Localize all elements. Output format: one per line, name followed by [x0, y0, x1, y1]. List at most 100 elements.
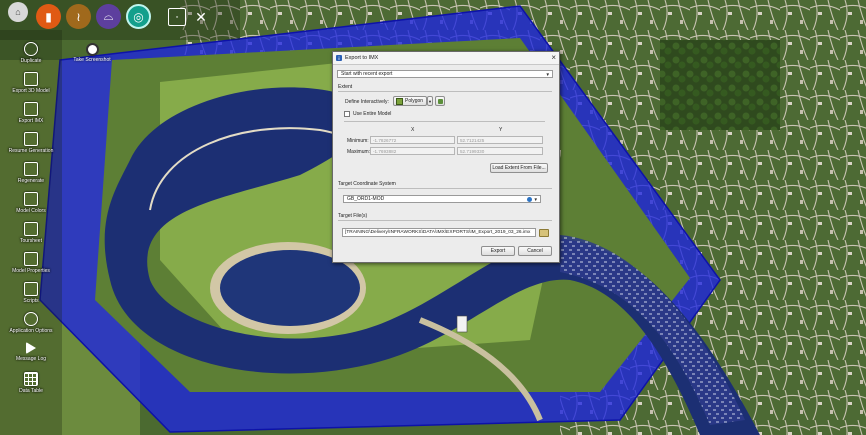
target-file-path-field[interactable]: [TRAINING\Delivery\INFRAWORKS\DATA\IMX\E…	[342, 228, 536, 237]
settings-button[interactable]: ◎	[126, 4, 151, 29]
top-toolbar: ⌂ ▮ ≀ ⌓ ◎ ▫ ✕	[0, 0, 230, 34]
application-options-icon	[24, 312, 38, 326]
scripts-icon	[24, 282, 38, 296]
polygon-dropdown-button[interactable]: ▼	[427, 96, 433, 106]
sidebar-item-regenerate[interactable]: Regenerate	[0, 162, 62, 184]
regenerate-icon	[24, 162, 38, 176]
recent-export-value: Start with recent export	[341, 71, 393, 77]
sidebar-item-duplicate[interactable]: Duplicate	[0, 42, 62, 64]
polygon-button[interactable]: Polygon	[393, 96, 427, 106]
sidebar-item-export-imx[interactable]: Export IMX	[0, 102, 62, 124]
bridge-button[interactable]: ⌓	[96, 4, 121, 29]
globe-icon	[527, 197, 532, 202]
message-log-icon	[26, 342, 36, 354]
use-entire-model-checkbox[interactable]	[344, 111, 350, 117]
minimum-label: Minimum:	[347, 138, 369, 144]
chevron-down-icon: ▼	[545, 72, 550, 77]
min-x-value: -1.7826772	[373, 137, 397, 143]
home-button[interactable]: ⌂	[8, 2, 28, 22]
woodland-right	[660, 40, 780, 130]
pin-button[interactable]: ▮	[36, 4, 61, 29]
coord-system-dropdown[interactable]: GB_ORD1-MOD ▼	[343, 195, 541, 203]
load-extent-label: Load Extent From File...	[492, 165, 546, 171]
toursheet-icon	[24, 222, 38, 236]
select-box-button[interactable]: ▫	[168, 8, 186, 26]
sidebar-item-label: Export IMX	[18, 118, 44, 124]
sidebar-item-model-properties[interactable]: Model Properties	[0, 252, 62, 274]
close-icon[interactable]: ×	[551, 53, 556, 63]
maximum-label: Maximum:	[347, 149, 371, 155]
road-icon: ≀	[76, 9, 81, 24]
resume-generation-icon	[24, 132, 38, 146]
divider	[338, 220, 552, 221]
sidebar-item-data-table[interactable]: Data Table	[0, 372, 62, 394]
dialog-title: Export to IMX	[345, 55, 379, 61]
sidebar-item-message-log[interactable]: Message Log	[0, 342, 62, 362]
min-y-value: 52.7121425	[460, 137, 485, 143]
sidebar-item-label: Data Table	[19, 388, 43, 394]
settings-icon: ◎	[133, 9, 144, 24]
max-y-field[interactable]: 52.7199330	[457, 147, 543, 155]
sidebar-item-toursheet[interactable]: Toursheet	[0, 222, 62, 244]
use-entire-model-label: Use Entire Model	[353, 111, 392, 117]
sidebar-item-model-colors[interactable]: Model Colors	[0, 192, 62, 214]
sidebar-item-resume-generation[interactable]: Resume Generation	[0, 132, 62, 154]
sidebar-item-scripts[interactable]: Scripts	[0, 282, 62, 304]
divider	[338, 91, 552, 92]
model-properties-icon	[24, 252, 38, 266]
sidebar-item-label: Application Options	[9, 328, 53, 334]
target-files-section-title: Target File(s)	[338, 213, 368, 219]
chevron-down-icon: ▼	[533, 197, 538, 202]
export-button[interactable]: Export	[481, 246, 515, 256]
x-column-header: X	[411, 127, 415, 133]
pick-extent-button[interactable]	[435, 96, 445, 106]
select-box-icon: ▫	[175, 13, 179, 21]
export-3d-model-icon	[24, 72, 38, 86]
duplicate-icon	[24, 42, 38, 56]
target-coord-section-title: Target Coordinate System	[338, 181, 396, 187]
dialog-titlebar[interactable]: i Export to IMX ×	[333, 52, 559, 65]
move-cross-icon: ✕	[195, 8, 207, 25]
coord-system-value: GB_ORD1-MOD	[347, 196, 385, 202]
max-x-field[interactable]: -1.7693882	[370, 147, 455, 155]
data-table-icon	[24, 372, 38, 386]
sidebar-item-label: Scripts	[23, 298, 39, 304]
chevron-down-icon: ▼	[428, 98, 432, 104]
max-x-value: -1.7693882	[373, 148, 397, 154]
recent-export-dropdown[interactable]: Start with recent export ▼	[337, 70, 553, 78]
take-screenshot-label: Take Screenshot	[73, 57, 111, 63]
browse-folder-icon[interactable]	[539, 229, 549, 237]
y-column-header: Y	[499, 127, 503, 133]
home-icon: ⌂	[15, 7, 21, 17]
load-extent-button[interactable]: Load Extent From File...	[490, 163, 548, 173]
sidebar-item-export-3d-model[interactable]: Export 3D Model	[0, 72, 62, 94]
sidebar-item-label: Model Colors	[16, 208, 46, 214]
take-screenshot-marker[interactable]: Take Screenshot	[70, 43, 114, 63]
sidebar-item-label: Export 3D Model	[12, 88, 50, 94]
min-x-field[interactable]: -1.7826772	[370, 136, 455, 144]
polygon-button-label: Polygon	[405, 98, 424, 104]
sidebar-item-label: Duplicate	[20, 58, 42, 64]
sidebar-item-label: Toursheet	[20, 238, 42, 244]
divider	[338, 188, 552, 189]
min-y-field[interactable]: 52.7121425	[457, 136, 543, 144]
max-y-value: 52.7199330	[460, 148, 485, 154]
polygon-icon	[396, 97, 403, 105]
divider	[344, 121, 545, 122]
bridge-icon: ⌓	[103, 9, 114, 23]
road-button[interactable]: ≀	[66, 4, 91, 29]
sidebar-item-label: Resume Generation	[8, 148, 54, 154]
extent-section-title: Extent	[338, 84, 353, 90]
pin-icon: ▮	[45, 9, 52, 24]
cancel-button-label: Cancel	[527, 248, 543, 254]
camera-icon	[85, 43, 99, 56]
building	[456, 315, 468, 333]
sidebar-item-label: Model Properties	[12, 268, 50, 274]
sidebar-item-application-options[interactable]: Application Options	[0, 312, 62, 334]
cancel-button[interactable]: Cancel	[518, 246, 552, 256]
info-icon: i	[336, 55, 342, 61]
sidebar-item-label: Regenerate	[17, 178, 45, 184]
move-cross-button[interactable]: ✕	[192, 8, 210, 26]
export-imx-icon	[24, 102, 38, 116]
model-colors-icon	[24, 192, 38, 206]
